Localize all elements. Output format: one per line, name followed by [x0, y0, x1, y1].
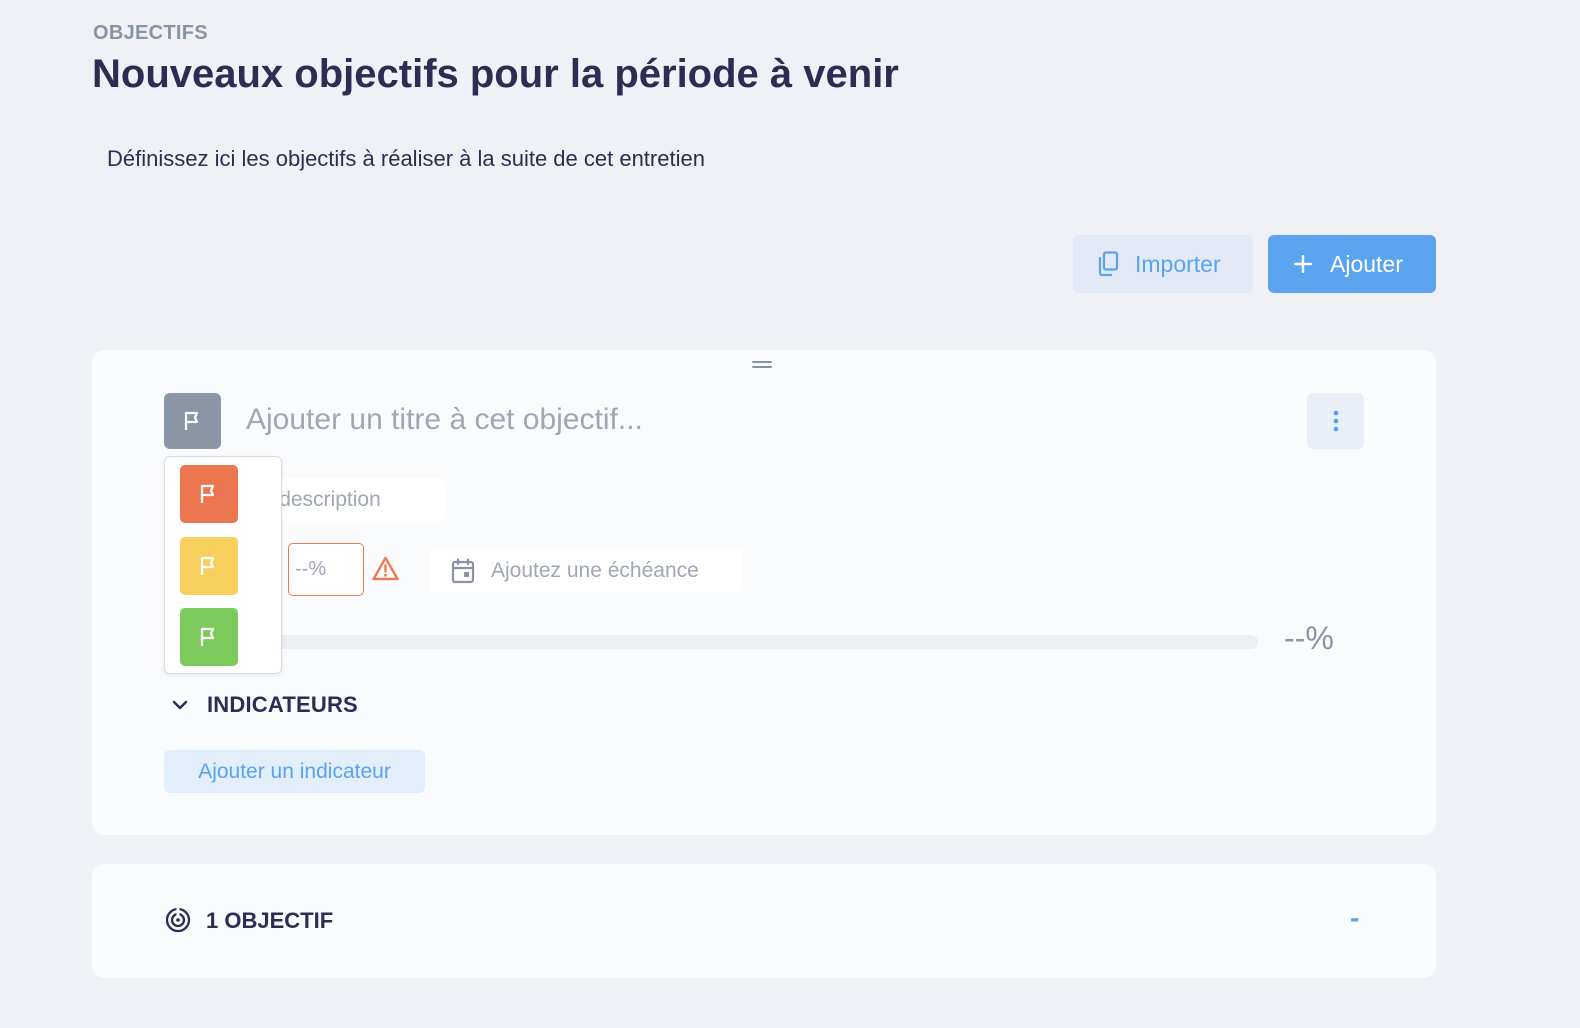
completion-percent-input[interactable] [288, 543, 364, 596]
page-title: Nouveaux objectifs pour la période à ven… [92, 52, 899, 96]
section-intro: Définissez ici les objectifs à réaliser … [107, 146, 705, 171]
flag-icon [200, 627, 215, 646]
warning-triangle-icon [372, 556, 399, 581]
flag-icon [200, 556, 215, 575]
more-options-button[interactable] [1307, 393, 1364, 449]
drag-handle-icon[interactable] [752, 359, 772, 369]
indicators-heading: INDICATEURS [207, 692, 358, 717]
calendar-icon [451, 557, 475, 583]
description-placeholder: ne description [278, 487, 381, 511]
add-objective-button-label: Ajouter [1330, 250, 1403, 277]
add-indicator-button[interactable]: Ajouter un indicateur [164, 750, 425, 793]
progress-bar [268, 635, 1258, 649]
add-objective-button[interactable]: Ajouter [1268, 235, 1436, 293]
flag-icon [184, 411, 198, 430]
flag-icon [200, 484, 215, 503]
status-option-yellow[interactable] [180, 537, 238, 595]
indicators-toggle[interactable] [168, 693, 192, 717]
due-date-field[interactable]: Ajoutez une échéance [429, 549, 742, 592]
objectives-page: OBJECTIFS Nouveaux objectifs pour la pér… [0, 0, 1580, 1028]
copy-icon [1098, 251, 1119, 277]
plus-icon [1294, 255, 1312, 273]
status-dropdown [164, 456, 282, 674]
due-date-placeholder: Ajoutez une échéance [491, 558, 699, 582]
objectives-count: 1 OBJECTIF [206, 908, 334, 933]
description-field[interactable]: ne description [278, 478, 445, 521]
vertical-dots-icon [1333, 410, 1338, 432]
status-option-green[interactable] [180, 608, 238, 666]
objectives-summary-value: - [1350, 902, 1360, 933]
target-icon [165, 907, 191, 933]
import-button-label: Importer [1135, 250, 1221, 277]
import-button[interactable]: Importer [1073, 235, 1253, 293]
objective-card: ne description Ajoutez une échéance --% [92, 350, 1436, 835]
objectives-summary: 1 OBJECTIF - [92, 864, 1436, 978]
progress-value: --% [1284, 620, 1334, 656]
objective-title-input[interactable] [246, 398, 1146, 442]
section-eyebrow: OBJECTIFS [93, 22, 208, 44]
chevron-down-icon [172, 700, 188, 710]
status-flag-button[interactable] [164, 393, 221, 449]
status-option-red[interactable] [180, 465, 238, 523]
